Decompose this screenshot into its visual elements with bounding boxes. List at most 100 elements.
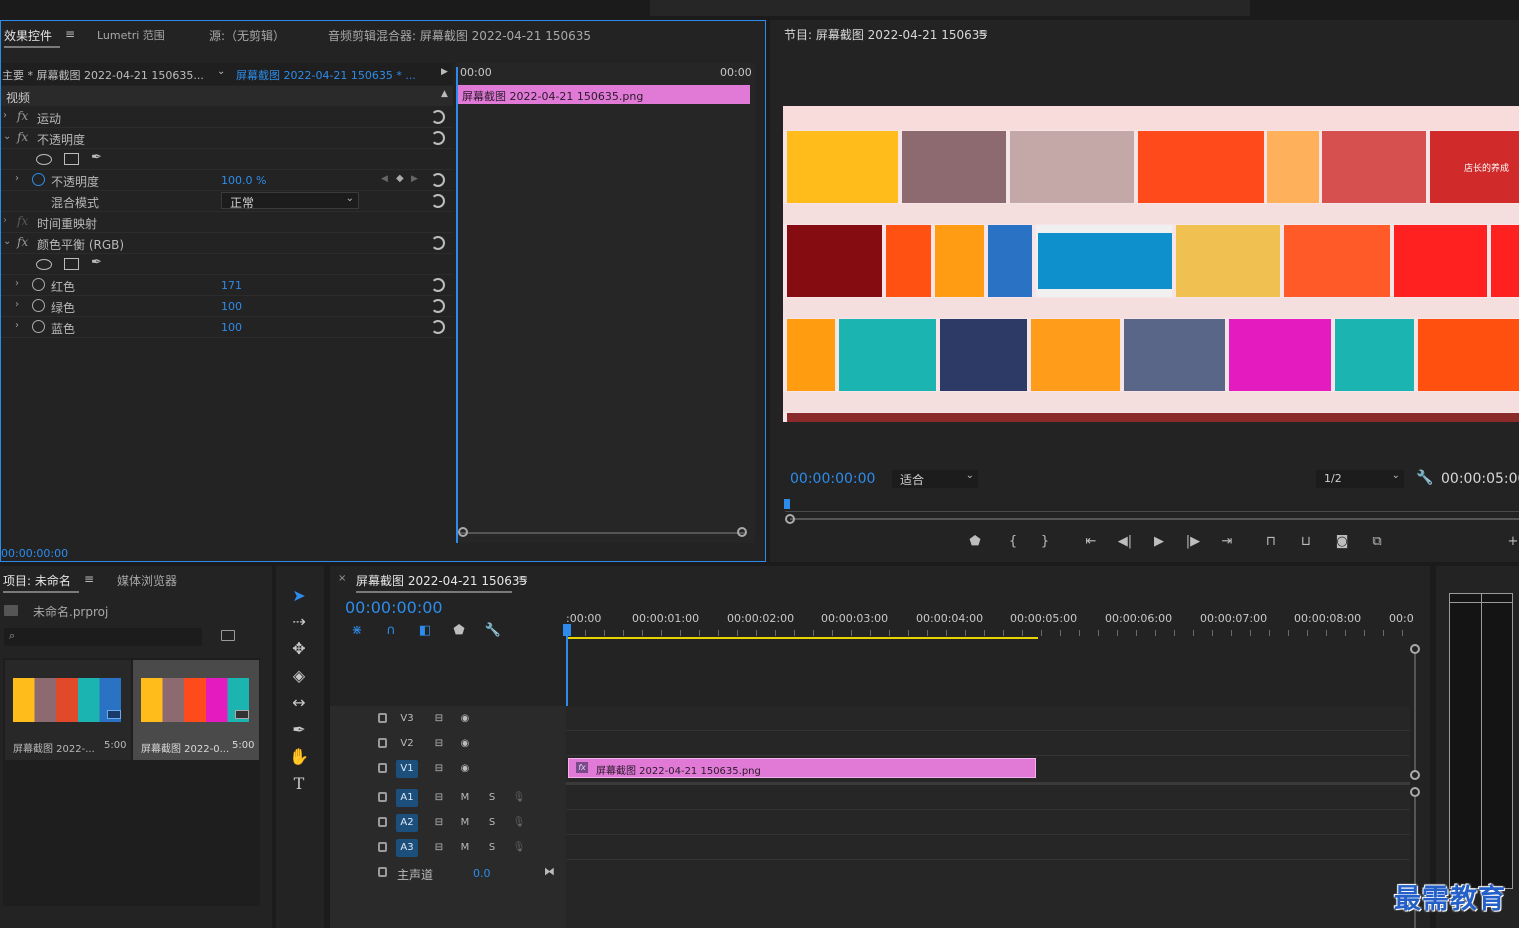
ripple-edit-tool-icon[interactable]: ✥ — [289, 639, 309, 659]
reset-icon[interactable] — [431, 236, 445, 250]
hand-tool-icon[interactable]: ✋ — [289, 747, 309, 767]
play-clip-icon[interactable]: ▶ — [441, 67, 448, 77]
scroll-handle-icon[interactable] — [1410, 644, 1420, 654]
selection-tool-icon[interactable]: ➤ — [289, 586, 309, 606]
mark-in-icon[interactable]: { — [1002, 532, 1024, 552]
tab-effect-controls[interactable]: 效果控件 — [4, 27, 52, 44]
expand-chevron-icon[interactable]: › — [3, 215, 7, 226]
rectangle-mask-icon[interactable] — [64, 153, 79, 165]
resolution-select[interactable]: 1/2 ⌄ — [1316, 470, 1404, 488]
new-bin-icon[interactable] — [221, 630, 235, 641]
fx-icon[interactable]: fx — [17, 235, 28, 249]
panel-menu-icon[interactable]: ≡ — [65, 27, 75, 41]
insert-sequence-icon[interactable]: ◧ — [414, 621, 436, 641]
expand-chevron-icon[interactable]: ⌄ — [3, 131, 11, 142]
timeline-ruler[interactable]: :00:00 00:00:01:00 00:00:02:00 00:00:03:… — [566, 610, 1414, 639]
tab-lumetri-scopes[interactable]: Lumetri 范围 — [97, 27, 165, 43]
effect-zoom-scrollbar[interactable] — [460, 532, 746, 534]
scroll-handle-icon[interactable] — [458, 527, 468, 537]
mute-button[interactable]: M — [454, 839, 476, 857]
pen-mask-icon[interactable]: ✒ — [91, 150, 102, 165]
track-target-active[interactable]: A3 — [396, 839, 418, 857]
ellipse-mask-icon[interactable] — [36, 154, 52, 165]
track-target[interactable]: V2 — [396, 735, 418, 753]
wrench-icon[interactable]: 🔧 — [482, 621, 504, 641]
reset-icon[interactable] — [431, 299, 445, 313]
work-area-bar[interactable] — [566, 637, 1038, 639]
expand-chevron-icon[interactable]: › — [15, 173, 19, 184]
master-clip-label[interactable]: 主要 * 屏幕截图 2022-04-21 150635... — [2, 67, 204, 83]
expand-chevron-icon[interactable]: › — [15, 299, 19, 310]
eye-icon[interactable]: ◉ — [454, 735, 476, 753]
tab-audio-clip-mixer[interactable]: 音频剪辑混合器: 屏幕截图 2022-04-21 150635 — [328, 27, 591, 44]
step-back-icon[interactable]: ◀| — [1114, 532, 1136, 552]
reset-icon[interactable] — [431, 278, 445, 292]
program-playhead[interactable] — [784, 499, 790, 509]
sync-lock-icon[interactable]: ⊟ — [428, 710, 450, 728]
tab-source[interactable]: 源:（无剪辑） — [209, 27, 285, 44]
snap-icon[interactable]: ⋇ — [346, 621, 368, 641]
sequence-clip-label[interactable]: 屏幕截图 2022-04-21 150635 * ... — [236, 67, 416, 83]
mute-button[interactable]: M — [454, 789, 476, 807]
scroll-handle-icon[interactable] — [785, 514, 795, 524]
sync-lock-icon[interactable]: ⊟ — [428, 839, 450, 857]
stopwatch-icon[interactable] — [32, 320, 45, 333]
effect-row-time-remap[interactable]: › fx 时间重映射 — [1, 212, 453, 233]
track-target-active[interactable]: V1 — [396, 760, 418, 778]
timeline-clip-v1[interactable]: fx 屏幕截图 2022-04-21 150635.png — [568, 758, 1036, 778]
microphone-icon[interactable]: 🎙 — [508, 814, 530, 832]
reset-icon[interactable] — [431, 110, 445, 124]
track-target-active[interactable]: A1 — [396, 789, 418, 807]
sync-lock-icon[interactable]: ⊟ — [428, 814, 450, 832]
lock-icon[interactable] — [378, 792, 387, 802]
add-button-icon[interactable]: + — [1502, 532, 1519, 552]
scroll-handle-icon[interactable] — [1410, 770, 1420, 780]
sync-lock-icon[interactable]: ⊟ — [428, 760, 450, 778]
scroll-handle-icon[interactable] — [737, 527, 747, 537]
track-target[interactable]: V3 — [396, 710, 418, 728]
camera-icon[interactable]: ◙ — [1331, 532, 1353, 552]
track-target-active[interactable]: A2 — [396, 814, 418, 832]
add-keyframe-icon[interactable]: ◆ — [396, 173, 404, 184]
program-video-frame[interactable]: 店长的养成 — [783, 106, 1519, 422]
effect-row-blend-mode[interactable]: 混合模式 正常 ⌄ — [1, 191, 453, 212]
lock-icon[interactable] — [378, 738, 387, 748]
play-icon[interactable]: ▶ — [1148, 532, 1170, 552]
panel-menu-icon[interactable]: ≡ — [84, 572, 94, 586]
lock-icon[interactable] — [378, 713, 387, 723]
lock-icon[interactable] — [378, 842, 387, 852]
project-item-selected[interactable]: 屏幕截图 2022-0... 5:00 — [133, 660, 259, 760]
effect-row-motion[interactable]: › fx 运动 — [1, 107, 453, 128]
bowtie-icon[interactable]: ⧓ — [544, 865, 555, 878]
program-ruler[interactable] — [785, 500, 1519, 512]
prev-keyframe-icon[interactable]: ◀ — [381, 174, 388, 184]
effect-row-blue[interactable]: › 蓝色 100 — [1, 317, 453, 338]
effect-row-opacity[interactable]: ⌄ fx 不透明度 — [1, 128, 453, 149]
extract-icon[interactable]: ⊔ — [1295, 532, 1317, 552]
rectangle-mask-icon[interactable] — [64, 258, 79, 270]
project-search-input[interactable]: ⌕ — [4, 628, 202, 646]
scroll-handle-icon[interactable] — [1410, 787, 1420, 797]
fx-icon[interactable]: fx — [17, 109, 28, 123]
panel-menu-icon[interactable]: ≡ — [518, 572, 528, 586]
reset-icon[interactable] — [431, 194, 445, 208]
expand-chevron-icon[interactable]: › — [15, 278, 19, 289]
add-marker-icon[interactable]: ⬟ — [448, 621, 470, 641]
green-value[interactable]: 100 — [221, 300, 242, 313]
wrench-icon[interactable]: 🔧 — [1416, 470, 1433, 486]
tab-project[interactable]: 项目: 未命名 — [3, 572, 71, 589]
lock-icon[interactable] — [378, 817, 387, 827]
effect-timecode[interactable]: 00:00:00:00 — [1, 547, 68, 560]
collapse-up-icon[interactable]: ▲ — [441, 89, 448, 99]
solo-button[interactable]: S — [481, 789, 503, 807]
program-monitor-title[interactable]: 节目: 屏幕截图 2022-04-21 150635 — [784, 26, 987, 43]
razor-tool-icon[interactable]: ◈ — [289, 666, 309, 686]
microphone-icon[interactable]: 🎙 — [508, 789, 530, 807]
effect-playhead[interactable] — [456, 67, 458, 543]
type-tool-icon[interactable]: T — [289, 774, 309, 794]
expand-chevron-icon[interactable]: › — [15, 320, 19, 331]
blend-mode-select[interactable]: 正常 ⌄ — [221, 192, 359, 210]
step-forward-icon[interactable]: |▶ — [1182, 532, 1204, 552]
pen-mask-icon[interactable]: ✒ — [91, 255, 102, 270]
sequence-tab[interactable]: 屏幕截图 2022-04-21 150635 — [356, 572, 527, 589]
